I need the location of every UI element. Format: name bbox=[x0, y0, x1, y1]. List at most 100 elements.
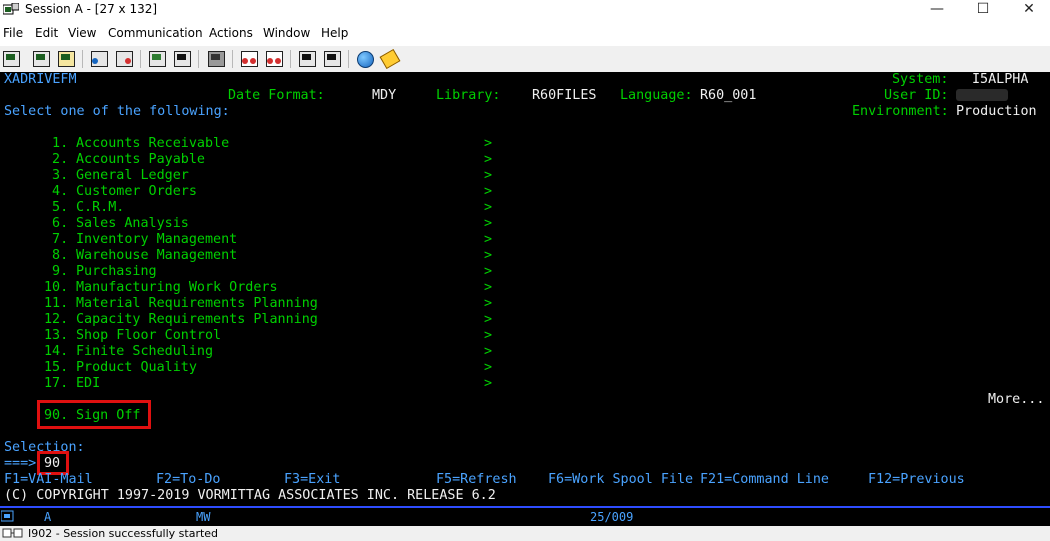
submenu-chevron-icon: > bbox=[484, 200, 493, 215]
menu-bar: File Edit View Communication Actions Win… bbox=[0, 22, 1050, 44]
stop-icon[interactable] bbox=[321, 49, 343, 69]
terminal-screen[interactable]: XADRIVEFM System: I5ALPHA Date Format: M… bbox=[0, 72, 1050, 506]
menu-option-number: 6. bbox=[44, 216, 69, 231]
submenu-chevron-icon: > bbox=[484, 248, 493, 263]
submenu-chevron-icon: > bbox=[484, 232, 493, 247]
fkey-f5[interactable]: F5=Refresh bbox=[436, 472, 517, 488]
display-icon[interactable] bbox=[146, 49, 168, 69]
menu-actions[interactable]: Actions bbox=[209, 26, 253, 40]
copyright-text: (C) COPYRIGHT 1997-2019 VORMITTAG ASSOCI… bbox=[4, 488, 496, 503]
menu-option-label[interactable]: Accounts Receivable bbox=[76, 136, 229, 152]
status-message: I902 - Session successfully started bbox=[28, 527, 219, 540]
fkey-f1[interactable]: F1=VAI-Mail bbox=[4, 472, 93, 488]
date-format-label: Date Format: bbox=[228, 88, 325, 103]
menu-option-number: 7. bbox=[44, 232, 69, 247]
tag-icon[interactable] bbox=[379, 48, 401, 70]
menu-option-label[interactable]: EDI bbox=[76, 376, 100, 392]
menu-option-number: 5. bbox=[44, 200, 69, 215]
copy-icon[interactable] bbox=[30, 49, 52, 69]
submenu-chevron-icon: > bbox=[484, 168, 493, 183]
window-title: Session A - [27 x 132] bbox=[25, 2, 158, 16]
paste-icon[interactable] bbox=[55, 49, 77, 69]
program-name: XADRIVEFM bbox=[4, 72, 77, 87]
status-bar: I902 - Session successfully started bbox=[0, 526, 1050, 541]
more-indicator: More... bbox=[988, 392, 1045, 407]
menu-option-label[interactable]: Capacity Requirements Planning bbox=[76, 312, 318, 328]
menu-option-label[interactable]: C.R.M. bbox=[76, 200, 124, 216]
menu-option-number: 2. bbox=[44, 152, 69, 167]
menu-option-label[interactable]: Finite Scheduling bbox=[76, 344, 213, 360]
title-bar: Session A - [27 x 132] — ☐ ✕ bbox=[0, 0, 1050, 20]
play-icon[interactable] bbox=[296, 49, 318, 69]
menu-option-label[interactable]: Inventory Management bbox=[76, 232, 237, 248]
toolbar bbox=[0, 46, 1050, 72]
maximize-button[interactable]: ☐ bbox=[960, 0, 1006, 20]
menu-option-label[interactable]: General Ledger bbox=[76, 168, 189, 184]
instruction-text: Select one of the following: bbox=[4, 104, 230, 119]
submenu-chevron-icon: > bbox=[484, 376, 493, 391]
library-label: Library: bbox=[436, 88, 501, 103]
menu-option-number: 10. bbox=[44, 280, 69, 295]
submenu-chevron-icon: > bbox=[484, 312, 493, 327]
play-macro-icon[interactable] bbox=[263, 49, 285, 69]
send-icon[interactable] bbox=[88, 49, 110, 69]
minimize-button[interactable]: — bbox=[914, 0, 960, 20]
menu-view[interactable]: View bbox=[68, 26, 96, 40]
toolbar-separator bbox=[232, 50, 233, 68]
submenu-chevron-icon: > bbox=[484, 344, 493, 359]
mode-indicator: MW bbox=[196, 510, 211, 524]
menu-option-label[interactable]: Manufacturing Work Orders bbox=[76, 280, 278, 296]
menu-option-label[interactable]: Sales Analysis bbox=[76, 216, 189, 232]
sign-off-highlight bbox=[37, 400, 151, 429]
fkey-f2[interactable]: F2=To-Do bbox=[156, 472, 221, 488]
command-prompt: ===> bbox=[4, 456, 37, 471]
record-macro-icon[interactable] bbox=[238, 49, 260, 69]
menu-option-label[interactable]: Accounts Payable bbox=[76, 152, 205, 168]
submenu-chevron-icon: > bbox=[484, 136, 493, 151]
date-format-value: MDY bbox=[372, 88, 397, 103]
menu-option-number: 13. bbox=[44, 328, 69, 343]
menu-option-label[interactable]: Customer Orders bbox=[76, 184, 197, 200]
cursor-position: 25/009 bbox=[590, 510, 634, 524]
keyboard-lock-icon bbox=[1, 510, 14, 522]
toolbar-separator bbox=[82, 50, 83, 68]
fkey-f3[interactable]: F3=Exit bbox=[284, 472, 340, 488]
connection-icon bbox=[2, 528, 23, 538]
menu-option-number: 4. bbox=[44, 184, 69, 199]
environment-label: Environment: bbox=[852, 104, 949, 119]
print-screen-icon[interactable] bbox=[0, 49, 22, 69]
keyboard-icon[interactable] bbox=[171, 49, 193, 69]
menu-file[interactable]: File bbox=[3, 26, 23, 40]
menu-window[interactable]: Window bbox=[263, 26, 310, 40]
system-label: System: bbox=[892, 72, 949, 87]
menu-option-number: 15. bbox=[44, 360, 69, 375]
menu-help[interactable]: Help bbox=[321, 26, 348, 40]
menu-edit[interactable]: Edit bbox=[35, 26, 58, 40]
submenu-chevron-icon: > bbox=[484, 280, 493, 295]
submenu-chevron-icon: > bbox=[484, 360, 493, 375]
menu-option-number: 11. bbox=[44, 296, 69, 311]
fkey-f12[interactable]: F12=Previous bbox=[868, 472, 965, 488]
receive-icon[interactable] bbox=[113, 49, 135, 69]
fkey-f21[interactable]: F21=Command Line bbox=[700, 472, 829, 488]
toolbar-separator bbox=[198, 50, 199, 68]
macro-icon[interactable] bbox=[205, 49, 227, 69]
menu-option-label[interactable]: Warehouse Management bbox=[76, 248, 237, 264]
submenu-chevron-icon: > bbox=[484, 184, 493, 199]
globe-icon[interactable] bbox=[354, 49, 376, 69]
library-value: R60FILES bbox=[532, 88, 597, 103]
menu-option-label[interactable]: Purchasing bbox=[76, 264, 157, 280]
menu-option-label[interactable]: Shop Floor Control bbox=[76, 328, 221, 344]
environment-value: Production bbox=[956, 104, 1037, 119]
menu-communication[interactable]: Communication bbox=[108, 26, 203, 40]
fkey-f6[interactable]: F6=Work Spool File bbox=[548, 472, 693, 488]
user-id-value bbox=[956, 89, 1008, 101]
menu-option-label[interactable]: Product Quality bbox=[76, 360, 197, 376]
menu-option-number: 14. bbox=[44, 344, 69, 359]
system-value: I5ALPHA bbox=[972, 72, 1029, 87]
close-button[interactable]: ✕ bbox=[1006, 0, 1050, 20]
menu-option-label[interactable]: Material Requirements Planning bbox=[76, 296, 318, 312]
menu-option-number: 17. bbox=[44, 376, 69, 391]
toolbar-separator bbox=[140, 50, 141, 68]
submenu-chevron-icon: > bbox=[484, 328, 493, 343]
